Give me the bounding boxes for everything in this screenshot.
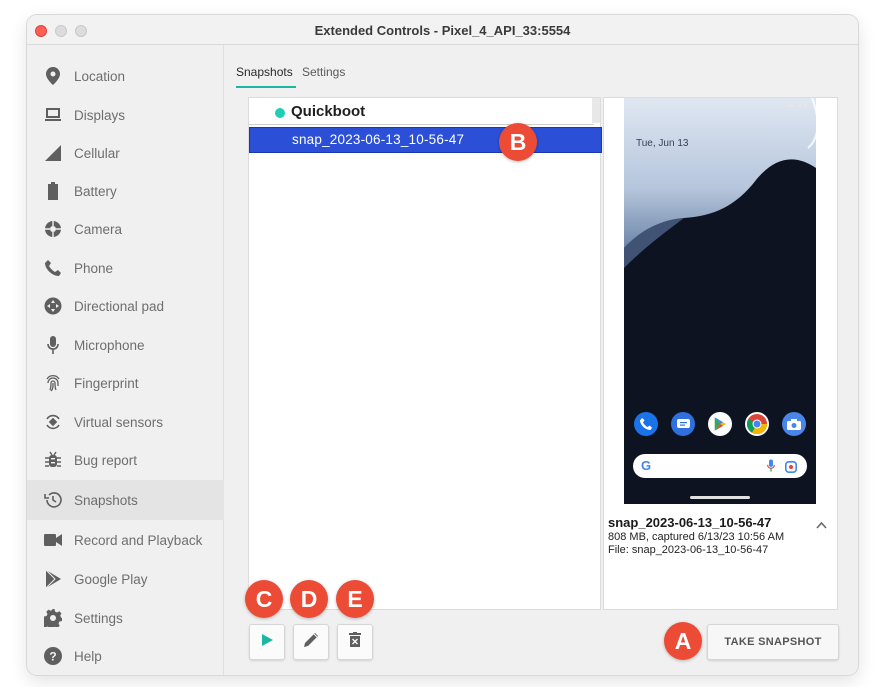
snapshot-info-title: snap_2023-06-13_10-56-47 (608, 515, 772, 530)
sidebar-item-settings[interactable]: Settings (27, 599, 224, 637)
sidebar: Location Displays Cellular Battery Camer… (27, 45, 224, 675)
sidebar-item-camera[interactable]: Camera (27, 210, 224, 248)
extended-controls-window: Extended Controls - Pixel_4_API_33:5554 … (27, 15, 858, 675)
sidebar-item-directional-pad[interactable]: Directional pad (27, 287, 224, 325)
sidebar-item-label: Settings (74, 610, 123, 626)
status-bar-time: 10:56 (636, 101, 654, 108)
snapshot-group-header[interactable]: Quickboot (249, 98, 594, 125)
window-title: Extended Controls - Pixel_4_API_33:5554 (314, 23, 571, 38)
video-camera-icon (44, 531, 62, 549)
messages-app-icon (671, 412, 695, 436)
sidebar-item-label: Virtual sensors (74, 414, 164, 430)
phone-app-icon (634, 412, 658, 436)
dpad-icon (44, 297, 62, 315)
sidebar-item-location[interactable]: Location (27, 57, 224, 95)
sidebar-item-label: Displays (74, 107, 126, 123)
tab-settings[interactable]: Settings (302, 65, 345, 79)
sidebar-item-record-and-playback[interactable]: Record and Playback (27, 521, 224, 559)
load-snapshot-button[interactable] (249, 624, 285, 660)
cellular-signal-icon (44, 144, 62, 162)
sidebar-item-label: Camera (74, 221, 123, 237)
callout-c: C (245, 580, 283, 618)
sidebar-item-snapshots[interactable]: Snapshots (27, 480, 224, 520)
quickboot-label: Quickboot (291, 103, 366, 120)
battery-icon (44, 182, 62, 200)
sidebar-item-label: Record and Playback (74, 532, 203, 548)
pencil-icon (303, 632, 319, 652)
callout-d: D (290, 580, 328, 618)
help-icon: ? (44, 647, 62, 665)
phone-icon (44, 259, 62, 277)
callout-b: B (499, 123, 537, 161)
snapshot-list-item[interactable]: snap_2023-06-13_10-56-47 (249, 127, 602, 153)
google-search-bar: G (633, 454, 807, 478)
gear-icon (44, 609, 62, 627)
collapse-chevron-icon[interactable] (816, 517, 827, 532)
fingerprint-icon (44, 374, 62, 392)
lens-icon (785, 460, 797, 478)
sidebar-item-help[interactable]: ? Help (27, 637, 224, 675)
camera-aperture-icon (44, 220, 62, 238)
sidebar-item-label: Battery (74, 183, 117, 199)
delete-snapshot-button[interactable] (337, 624, 373, 660)
sidebar-item-label: Fingerprint (74, 375, 139, 391)
bug-icon (44, 451, 62, 469)
snapshot-info-file: File: snap_2023-06-13_10-56-47 (608, 544, 769, 556)
main-content: Snapshots Settings Quickboot snap_2023-0… (224, 45, 858, 675)
take-snapshot-button[interactable]: TAKE SNAPSHOT (707, 624, 839, 660)
wallpaper-image (624, 98, 816, 504)
sidebar-item-displays[interactable]: Displays (27, 96, 224, 134)
rotate-sensor-icon (44, 413, 62, 431)
callout-e: E (336, 580, 374, 618)
mic-icon (767, 459, 775, 477)
sidebar-item-virtual-sensors[interactable]: Virtual sensors (27, 403, 224, 441)
sidebar-item-label: Directional pad (74, 298, 165, 314)
chrome-app-icon (745, 412, 769, 436)
active-tab-indicator (236, 86, 296, 88)
sidebar-item-label: Cellular (74, 145, 120, 161)
location-pin-icon (44, 67, 62, 85)
google-play-icon (44, 570, 62, 588)
play-store-app-icon (708, 412, 732, 436)
history-icon (44, 491, 62, 509)
camera-app-icon (782, 412, 806, 436)
sidebar-item-label: Google Play (74, 571, 148, 587)
delete-icon (349, 632, 361, 652)
sidebar-item-battery[interactable]: Battery (27, 172, 224, 210)
google-logo-icon: G (641, 458, 652, 473)
sidebar-item-label: Bug report (74, 452, 138, 468)
sidebar-item-cellular[interactable]: Cellular (27, 134, 224, 172)
sidebar-item-label: Phone (74, 260, 114, 276)
microphone-icon (44, 336, 62, 354)
sidebar-item-label: Microphone (74, 337, 145, 353)
edit-snapshot-button[interactable] (293, 624, 329, 660)
sidebar-item-label: Location (74, 68, 126, 84)
scrollbar[interactable] (592, 98, 600, 123)
display-icon (44, 106, 62, 124)
lockscreen-date: Tue, Jun 13 (636, 138, 689, 149)
play-icon (261, 633, 273, 651)
title-bar: Extended Controls - Pixel_4_API_33:5554 (27, 15, 858, 45)
navigation-handle (690, 496, 750, 499)
snapshot-preview-panel: 10:56 Tue, Jun 13 G snap_2023-06-13_10-5… (603, 97, 838, 610)
sidebar-item-google-play[interactable]: Google Play (27, 560, 224, 598)
snapshot-screenshot: 10:56 Tue, Jun 13 G (624, 98, 816, 504)
snapshot-list: Quickboot snap_2023-06-13_10-56-47 (248, 97, 602, 610)
status-dot (275, 108, 285, 118)
sidebar-item-bug-report[interactable]: Bug report (27, 441, 224, 479)
status-bar-icons (786, 101, 808, 110)
sidebar-item-label: Snapshots (74, 492, 138, 508)
snapshot-name: snap_2023-06-13_10-56-47 (292, 132, 465, 147)
svg-text:?: ? (49, 650, 56, 664)
tab-snapshots[interactable]: Snapshots (236, 65, 293, 79)
sidebar-item-phone[interactable]: Phone (27, 249, 224, 287)
sidebar-item-fingerprint[interactable]: Fingerprint (27, 364, 224, 402)
sidebar-item-label: Help (74, 648, 102, 664)
callout-a: A (664, 622, 702, 660)
sidebar-item-microphone[interactable]: Microphone (27, 326, 224, 364)
snapshot-info-size: 808 MB, captured 6/13/23 10:56 AM (608, 531, 785, 543)
